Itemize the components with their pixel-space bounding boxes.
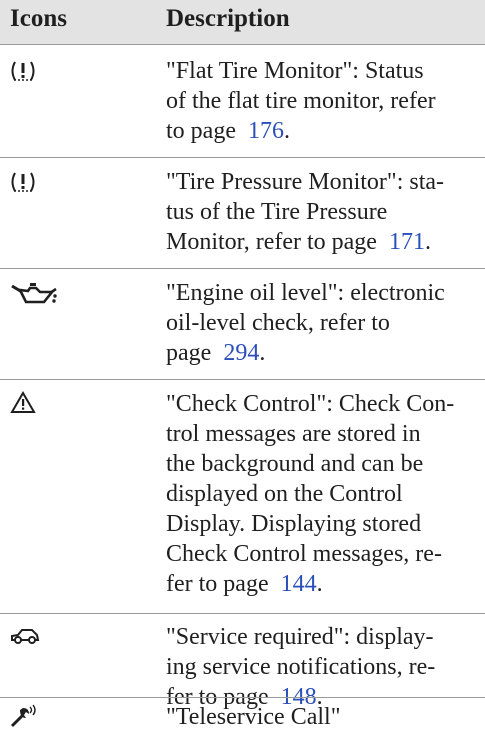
header-description: Description (166, 5, 290, 32)
desc-line: displayed on the Control (166, 481, 403, 507)
icons-table: Icons Description "Flat Tire Monitor": S… (0, 0, 485, 730)
teleservice-wrench-icon (10, 704, 40, 733)
row-description: "Engine oil level": electronic oil-level… (166, 278, 471, 368)
row-description: "Flat Tire Monitor": Status of the flat … (166, 56, 471, 146)
desc-line: of the flat tire monitor, refer (166, 88, 436, 114)
car-service-icon (10, 627, 40, 650)
desc-line: "Engine oil level": electronic (166, 280, 445, 306)
row-description: "Service required": display- ing service… (166, 622, 471, 712)
desc-line: Display. Displaying stored (166, 511, 422, 537)
desc-line: trol messages are stored in (166, 421, 421, 447)
desc-line: tus of the Tire Pressure (166, 199, 388, 225)
oil-can-icon (10, 280, 60, 311)
row-divider (0, 379, 485, 380)
page-link[interactable]: 176 (248, 118, 284, 144)
row-divider (0, 44, 485, 45)
desc-line: oil-level check, refer to (166, 310, 390, 336)
desc-line: page 294. (166, 340, 266, 366)
desc-line: "Flat Tire Monitor": Status (166, 58, 424, 84)
desc-line: "Check Control": Check Con- (166, 391, 455, 417)
desc-line: Monitor, refer to page 171. (166, 229, 431, 255)
row-description: "Teleservice Call" (166, 702, 471, 732)
desc-line: the background and can be (166, 451, 424, 477)
desc-line: "Service required": display- (166, 624, 434, 650)
desc-line: Check Control messages, re- (166, 541, 442, 567)
row-divider (0, 268, 485, 269)
row-divider (0, 697, 485, 698)
desc-line: to page 176. (166, 118, 290, 144)
tire-pressure-warning-icon (10, 171, 36, 198)
row-divider (0, 157, 485, 158)
flat-tire-warning-icon (10, 60, 36, 87)
header-icons: Icons (10, 5, 67, 32)
desc-line: fer to page 144. (166, 571, 323, 597)
table-header: Icons Description (0, 0, 485, 44)
row-divider (0, 613, 485, 614)
page-link[interactable]: 171 (389, 229, 425, 255)
page-link[interactable]: 294 (223, 340, 259, 366)
page-link[interactable]: 144 (281, 571, 317, 597)
warning-triangle-icon (10, 391, 36, 420)
desc-line: "Tire Pressure Monitor": sta- (166, 169, 445, 195)
desc-line: ing service notifications, re- (166, 654, 436, 680)
row-description: "Check Control": Check Con- trol message… (166, 389, 471, 599)
row-description: "Tire Pressure Monitor": sta- tus of the… (166, 167, 471, 257)
desc-line: "Teleservice Call" (166, 704, 341, 730)
